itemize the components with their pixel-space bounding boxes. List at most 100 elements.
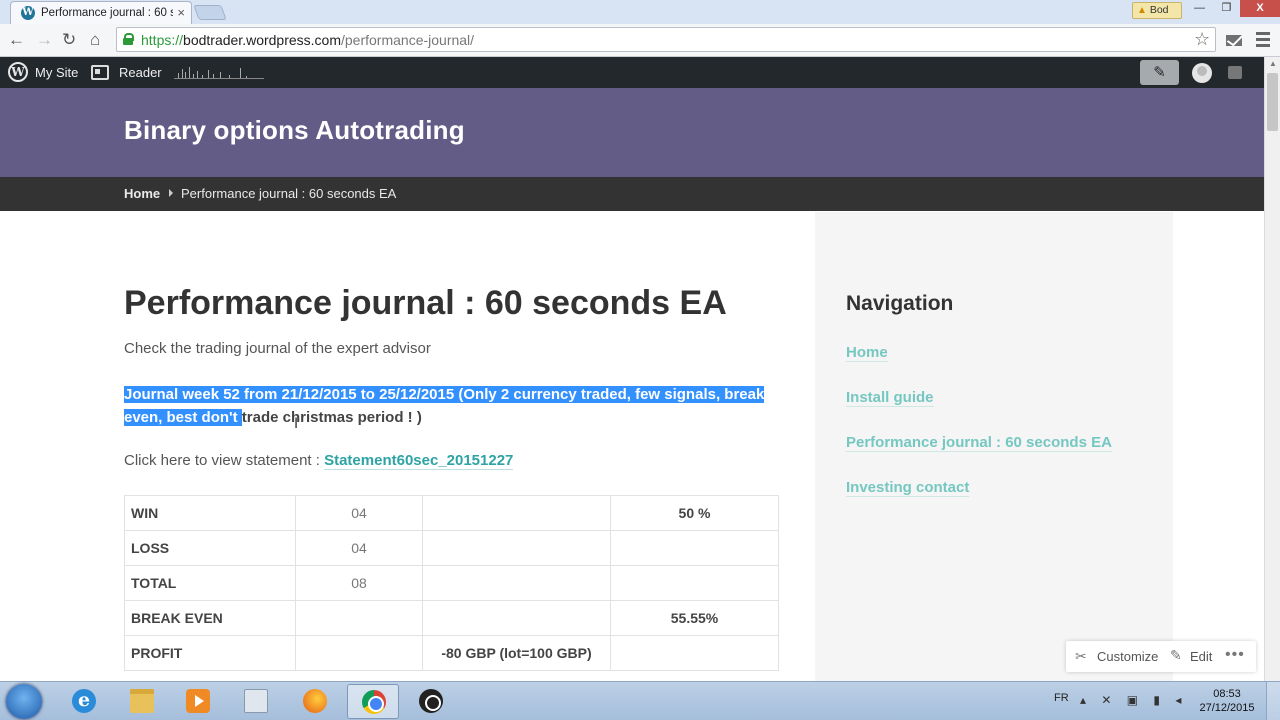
chrome-icon <box>362 690 386 714</box>
taskbar-obs[interactable] <box>405 684 457 719</box>
start-button[interactable] <box>6 684 42 719</box>
sidebar-link-investing-contact[interactable]: Investing contact <box>846 479 970 497</box>
url-text[interactable]: https://bodtrader.wordpress.com/performa… <box>141 32 474 48</box>
taskbar-internet-explorer[interactable]: e <box>58 684 110 719</box>
reader-icon[interactable] <box>91 65 109 80</box>
calculator-icon <box>244 689 268 713</box>
sidebar-link-performance-journal[interactable]: Performance journal : 60 seconds EA <box>846 434 1112 452</box>
profile-button[interactable]: ▲ Bod <box>1132 2 1182 19</box>
customize-button[interactable]: Customize <box>1097 649 1158 664</box>
warning-icon: ▲ <box>1137 5 1147 16</box>
write-post-button[interactable]: ✎ <box>1140 60 1179 85</box>
post-intro: Check the trading journal of the expert … <box>124 340 431 357</box>
statement-link[interactable]: Statement60sec_20151227 <box>324 452 514 470</box>
windows-taskbar: e FR ▴ ✕ ▣ ▮ ◂ 08:53 27/12/2015 <box>0 681 1280 720</box>
scroll-up-icon[interactable]: ▲ <box>1269 59 1277 68</box>
system-tray-icons[interactable]: ▴ ✕ ▣ ▮ ◂ <box>1080 693 1187 707</box>
notifications-icon[interactable] <box>1228 66 1242 79</box>
table-cell-label: PROFIT <box>124 635 296 671</box>
firefox-icon <box>303 689 327 713</box>
table-row: WIN 04 50 % <box>124 495 779 531</box>
minimize-button[interactable]: — <box>1186 0 1213 17</box>
scrollbar-thumb[interactable] <box>1267 73 1278 131</box>
wordpress-favicon-icon: W <box>21 6 35 20</box>
table-cell-percent: 50 % <box>610 495 779 531</box>
table-cell-amount <box>422 530 611 566</box>
page-title: Performance journal : 60 seconds EA <box>124 284 727 322</box>
breadcrumb-home-link[interactable]: Home <box>124 186 160 201</box>
sidebar-link-home[interactable]: Home <box>846 344 888 362</box>
stats-table: WIN 04 50 % LOSS 04 TOTAL 08 BREAK EVEN 55.55% PR… <box>124 495 779 671</box>
table-cell-count: 08 <box>295 565 423 601</box>
table-cell-amount: -80 GBP (lot=100 GBP) <box>422 635 611 671</box>
table-cell-label: LOSS <box>124 530 296 566</box>
breadcrumb-current: Performance journal : 60 seconds EA <box>181 186 397 201</box>
journal-text-rest: trade christmas period ! ) <box>241 409 422 426</box>
taskbar-media-player[interactable] <box>172 684 224 719</box>
table-cell-label: WIN <box>124 495 296 531</box>
clock-time: 08:53 <box>1213 688 1241 700</box>
table-cell-count <box>295 635 423 671</box>
maximize-button[interactable]: ❐ <box>1213 0 1240 17</box>
table-cell-amount <box>422 565 611 601</box>
language-indicator[interactable]: FR <box>1054 692 1069 704</box>
home-icon[interactable]: ⌂ <box>90 30 100 50</box>
forward-arrow-icon[interactable]: → <box>36 30 53 50</box>
wp-admin-bar: W My Site Reader ✎ <box>0 57 1264 88</box>
sidebar-title: Navigation <box>846 292 954 315</box>
taskbar-firefox[interactable] <box>289 684 341 719</box>
site-title[interactable]: Binary options Autotrading <box>124 115 465 146</box>
taskbar-calculator[interactable] <box>230 684 282 719</box>
wordpress-logo-icon[interactable]: W <box>8 62 28 82</box>
table-cell-count: 04 <box>295 495 423 531</box>
table-row: TOTAL 08 <box>124 565 779 601</box>
taskbar-chrome[interactable] <box>347 684 399 719</box>
table-cell-amount <box>422 600 611 636</box>
taskbar-file-explorer[interactable] <box>116 684 168 719</box>
pencil-icon[interactable]: ✎ <box>1170 647 1182 664</box>
bookmark-star-icon[interactable]: ☆ <box>1194 29 1210 50</box>
media-player-icon <box>186 689 210 713</box>
table-cell-label: TOTAL <box>124 565 296 601</box>
table-row: PROFIT -80 GBP (lot=100 GBP) <box>124 635 779 671</box>
more-options-icon[interactable]: ••• <box>1225 646 1245 664</box>
table-cell-percent <box>610 530 779 566</box>
my-site-link[interactable]: My Site <box>35 65 78 80</box>
browser-tab[interactable]: W Performance journal : 60 s × <box>10 1 192 24</box>
breadcrumb-chevron-icon <box>169 189 173 197</box>
table-row: LOSS 04 <box>124 530 779 566</box>
reader-link[interactable]: Reader <box>119 65 162 80</box>
table-cell-count: 04 <box>295 530 423 566</box>
address-bar[interactable]: https://bodtrader.wordpress.com/performa… <box>116 27 1216 52</box>
customize-toolbar: ✂ Customize ✎ Edit ••• <box>1066 641 1256 672</box>
url-path: /performance-journal/ <box>341 32 475 48</box>
clock[interactable]: 08:53 27/12/2015 <box>1198 687 1256 715</box>
table-cell-percent <box>610 635 779 671</box>
edit-button[interactable]: Edit <box>1190 649 1212 664</box>
site-header: Binary options Autotrading <box>0 88 1264 177</box>
obs-icon <box>419 689 443 713</box>
lock-icon <box>123 33 134 45</box>
sidebar-link-install-guide[interactable]: Install guide <box>846 389 934 407</box>
new-tab-button[interactable] <box>193 5 227 20</box>
tab-close-icon[interactable]: × <box>177 5 185 20</box>
wrench-icon[interactable]: ✂ <box>1075 648 1087 665</box>
page-scrollbar[interactable]: ▲ <box>1264 57 1280 681</box>
statement-prefix: Click here to view statement : <box>124 452 325 469</box>
reload-icon[interactable]: ↻ <box>62 30 76 50</box>
internet-explorer-icon: e <box>72 689 96 713</box>
close-window-button[interactable]: X <box>1240 0 1280 17</box>
url-host: bodtrader.wordpress.com <box>183 32 341 48</box>
user-avatar-icon[interactable] <box>1192 63 1212 83</box>
url-scheme: https:// <box>141 32 184 48</box>
journal-paragraph: Journal week 52 from 21/12/2015 to 25/12… <box>124 383 774 429</box>
sidebar: Navigation Home Install guide Performanc… <box>815 212 1173 682</box>
table-cell-count <box>295 600 423 636</box>
folder-icon <box>130 689 154 713</box>
show-desktop-button[interactable] <box>1266 682 1280 720</box>
chrome-menu-icon[interactable] <box>1256 32 1270 50</box>
stats-sparkline-icon[interactable] <box>174 65 264 79</box>
mail-extension-icon[interactable] <box>1226 35 1242 46</box>
back-arrow-icon[interactable]: ← <box>8 30 25 50</box>
selected-text: Journal week 52 from 21/12/2015 to 25/12… <box>124 386 765 426</box>
